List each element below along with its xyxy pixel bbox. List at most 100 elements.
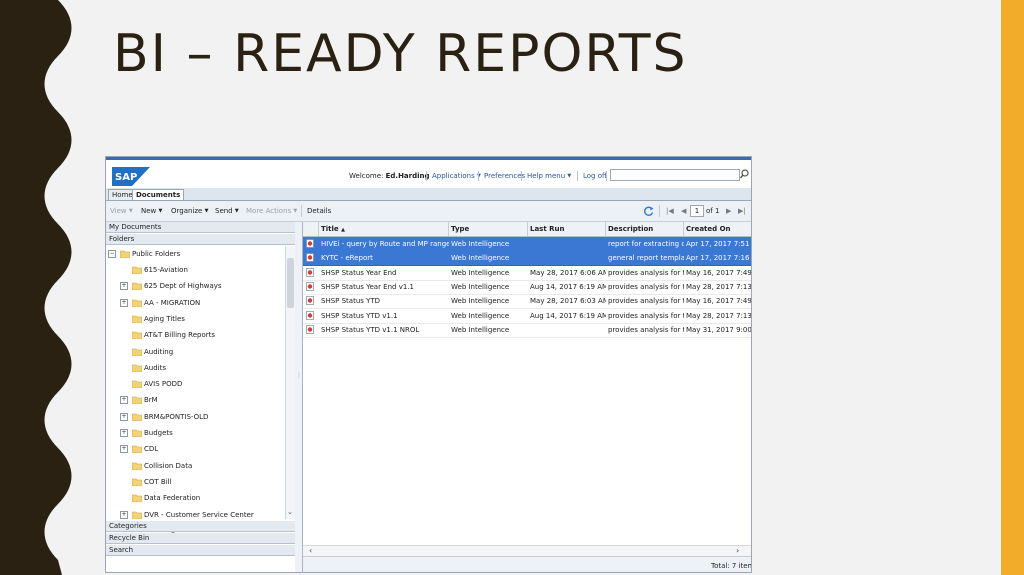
tree-root[interactable]: − Public Folders — [108, 249, 278, 259]
folder-tree-item-label: Audits — [144, 363, 167, 372]
folder-tree-item-label: AT&T Billing Reports — [144, 331, 216, 340]
chevron-down-icon: ▼ — [567, 173, 572, 179]
toolbar: View ▼ New ▼ Organize ▼ Send ▼ More Acti… — [106, 201, 751, 222]
splitter-handle-icon[interactable]: ⋮ — [296, 372, 302, 379]
folders-header[interactable]: Folders — [106, 234, 295, 245]
new-button[interactable]: New ▼ — [141, 207, 162, 215]
tab-documents[interactable]: Documents — [132, 189, 185, 200]
scroll-left-icon[interactable]: ‹ — [309, 546, 312, 555]
sap-logo: SAP — [112, 167, 150, 186]
folder-tree-item[interactable]: AT&T Billing Reports — [120, 330, 280, 340]
header-separator — [606, 171, 607, 181]
grid-footer: Total: 7 items — [303, 556, 751, 572]
grid-horizontal-scrollbar[interactable]: ‹ › — [303, 545, 751, 556]
send-button[interactable]: Send ▼ — [215, 207, 239, 215]
organize-button[interactable]: Organize ▼ — [171, 207, 208, 215]
folder-tree-item[interactable]: + BRM&PONTIS-OLD — [120, 412, 280, 422]
previous-page-icon[interactable]: ◀ — [681, 207, 686, 215]
column-header-description[interactable]: Description — [606, 222, 684, 236]
more-actions-button[interactable]: More Actions ▼ — [246, 207, 297, 215]
cell-last-run — [528, 251, 606, 265]
help-menu[interactable]: Help menu ▼ — [527, 172, 571, 180]
table-row[interactable]: SHSP Status Year End v1.1 Web Intelligenc… — [303, 280, 751, 295]
send-label: Send — [215, 207, 233, 215]
cell-title: SHSP Status YTD — [321, 297, 381, 306]
next-page-icon[interactable]: ▶ — [726, 207, 731, 215]
scroll-right-icon[interactable]: › — [736, 546, 739, 555]
folder-tree-item[interactable]: Audits — [120, 363, 280, 373]
folder-tree-item-label: AA - MIGRATION — [144, 298, 201, 307]
cell-created-on: Apr 17, 2017 7:51 PM — [686, 240, 751, 248]
first-page-icon[interactable]: |◀ — [666, 207, 674, 215]
expand-icon[interactable]: + — [120, 510, 128, 519]
table-row[interactable]: HIVEi - query by Route and MP range Web I… — [303, 237, 751, 252]
expand-icon[interactable]: + — [120, 298, 128, 307]
collapse-icon[interactable]: − — [108, 250, 116, 258]
cell-created-on: May 16, 2017 7:49 AM — [686, 297, 752, 306]
toolbar-separator — [659, 205, 660, 217]
sort-ascending-icon: ▲ — [341, 227, 345, 233]
header-separator — [426, 171, 427, 181]
table-row[interactable]: SHSP Status YTD Web Intelligence May 28, 2… — [303, 294, 752, 310]
page-number-input[interactable]: 1 — [690, 205, 704, 217]
tree-scrollbar-thumb[interactable] — [287, 258, 294, 308]
scroll-down-icon[interactable]: ⌄ — [287, 508, 293, 516]
folder-tree-item[interactable]: + BrM — [120, 395, 280, 405]
details-button[interactable]: Details — [307, 207, 331, 215]
wavy-left-band — [0, 0, 72, 575]
app-header: SAP Welcome: Ed.Harding Applications ▼ P… — [106, 160, 751, 188]
view-button[interactable]: View ▼ — [110, 207, 133, 215]
column-header-title[interactable]: Title ▲ — [319, 222, 449, 236]
expand-icon[interactable]: + — [120, 445, 128, 454]
left-navigation-panel: My Documents Folders − Public Folders 61… — [106, 222, 296, 572]
folder-tree-item[interactable]: COT Bill — [120, 477, 280, 487]
cell-type: Web Intelligence — [451, 325, 510, 334]
refresh-icon[interactable] — [644, 206, 654, 216]
folder-tree-item[interactable]: Aging Titles — [120, 314, 280, 324]
new-label: New — [141, 207, 157, 215]
folder-icon — [132, 299, 142, 307]
folder-tree-item[interactable]: + Budgets — [120, 428, 280, 438]
recycle-bin-header[interactable]: Recycle Bin — [106, 533, 295, 544]
log-off-link[interactable]: Log off — [583, 172, 607, 180]
table-row[interactable]: SHSP Status YTD v1.1 Web Intelligence Aug … — [303, 309, 752, 324]
search-input[interactable] — [610, 169, 740, 181]
folder-tree-item[interactable]: +625 Dept of Highways — [120, 281, 280, 291]
folder-tree-item[interactable]: AVIS PODD — [120, 379, 280, 389]
table-row[interactable]: SHSP Status Year End Web Intelligence May … — [303, 266, 751, 281]
table-row[interactable]: SHSP Status YTD v1.1 NROL Web Intelligenc… — [303, 323, 751, 338]
folder-icon — [132, 380, 142, 389]
search-header[interactable]: Search — [106, 545, 295, 556]
expand-icon[interactable]: + — [120, 396, 128, 405]
last-page-icon[interactable]: ▶| — [738, 207, 746, 215]
web-intelligence-document-icon — [306, 253, 314, 263]
search-icon[interactable] — [740, 169, 749, 179]
folder-tree-item[interactable]: Data Federation — [120, 493, 280, 503]
table-row[interactable]: KYTC - eReport Web Intelligence general re… — [303, 251, 751, 267]
folder-tree-item[interactable]: + AA - MIGRATION — [120, 298, 280, 308]
folder-icon — [132, 413, 142, 421]
folder-tree-item[interactable]: + DVR - Customer Service Center — [120, 510, 280, 520]
column-header-last-run[interactable]: Last Run — [528, 222, 606, 236]
cell-created-on: May 28, 2017 7:13 PM — [686, 311, 752, 320]
applications-menu[interactable]: Applications ▼ — [432, 172, 481, 180]
preferences-link[interactable]: Preferences — [484, 172, 525, 180]
folder-tree-item-label: 625 Dept of Highways — [144, 282, 222, 291]
chevron-down-icon: ▼ — [293, 208, 298, 214]
expand-icon[interactable]: + — [120, 282, 128, 291]
folder-tree-item[interactable]: Collision Data — [120, 461, 280, 471]
column-header-type[interactable]: Type — [449, 222, 528, 236]
folder-tree-item[interactable]: Auditing — [120, 347, 280, 357]
panel-splitter[interactable]: ⋮ — [295, 222, 303, 572]
folder-tree-item-label: 615-Aviation — [144, 266, 188, 274]
column-header-created-on[interactable]: Created On — [684, 222, 751, 236]
expand-icon[interactable]: + — [120, 412, 128, 421]
sap-logo-text: SAP — [115, 172, 137, 183]
folder-icon — [132, 429, 142, 437]
web-intelligence-document-icon — [306, 267, 314, 277]
expand-icon[interactable]: + — [120, 429, 128, 437]
folder-tree-item[interactable]: 615-Aviation — [120, 265, 280, 275]
my-documents-header[interactable]: My Documents — [106, 222, 295, 233]
folder-tree-item[interactable]: + CDL — [120, 444, 280, 454]
categories-header[interactable]: Categories — [106, 521, 295, 532]
